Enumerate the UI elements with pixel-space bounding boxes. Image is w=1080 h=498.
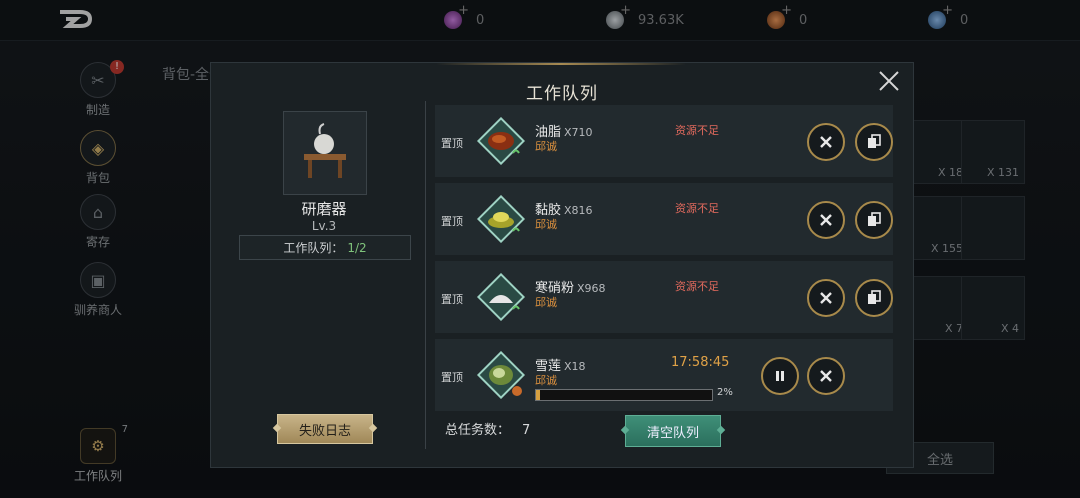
close-icon <box>820 370 832 382</box>
pin-to-top-button[interactable]: 置顶 <box>441 369 463 385</box>
queue-row-active: 置顶 雪莲 X18 邱诚 17:58:45 2% <box>435 339 893 411</box>
snow-lotus-icon <box>477 351 525 399</box>
sidebar-item-storage[interactable]: ⌂ 寄存 <box>60 194 136 250</box>
bag-slot[interactable]: X 18 <box>905 120 969 184</box>
item-owner: 邱诚 <box>535 296 557 309</box>
status-text: 资源不足 <box>675 124 719 137</box>
chest-icon: ▣ <box>80 262 116 298</box>
glue-icon <box>477 195 525 243</box>
resource-silver[interactable]: 93.63K <box>606 3 684 30</box>
bag-slot[interactable]: X 4 <box>961 276 1025 340</box>
copy-button[interactable] <box>855 201 893 239</box>
status-text: 资源不足 <box>675 280 719 293</box>
fail-log-button[interactable]: 失败日志 <box>277 414 373 444</box>
alert-badge: ! <box>110 60 124 74</box>
queue-row: 置顶 黏胶 X816 邱诚 资源不足 <box>435 183 893 255</box>
close-icon <box>820 214 832 226</box>
work-queue-icon: ⚙ <box>80 428 116 464</box>
pause-button[interactable] <box>761 357 799 395</box>
copy-icon <box>868 212 881 226</box>
item-owner: 邱诚 <box>535 218 557 231</box>
work-queue-dialog: 工作队列 研磨器 Lv.3 工作队列： 1/2 失败日志 置顶 油脂 X710 … <box>210 62 914 468</box>
close-icon[interactable] <box>875 67 903 95</box>
sidebar-item-craft[interactable]: ✂ ! 制造 <box>60 60 136 118</box>
pin-to-top-button[interactable]: 置顶 <box>441 291 463 307</box>
sidebar-item-bag[interactable]: ◈ 背包 <box>60 130 136 186</box>
bag-slot[interactable]: X 7 <box>905 276 969 340</box>
progress-bar <box>535 389 713 401</box>
resource-blue[interactable]: 0 <box>928 3 968 30</box>
copper-coin-icon <box>767 3 792 29</box>
pause-icon <box>776 371 784 381</box>
back-logo-icon[interactable] <box>58 8 94 30</box>
item-owner: 邱诚 <box>535 374 557 387</box>
clear-queue-button[interactable]: 清空队列 <box>625 415 721 447</box>
pin-to-top-button[interactable]: 置顶 <box>441 213 463 229</box>
status-text: 资源不足 <box>675 202 719 215</box>
grinder-icon <box>283 111 367 195</box>
item-owner: 邱诚 <box>535 140 557 153</box>
title-ornament <box>436 63 686 65</box>
silver-coin-icon <box>606 3 631 29</box>
progress-percent: 2% <box>717 387 733 398</box>
queue-row: 置顶 寒硝粉 X968 邱诚 资源不足 <box>435 261 893 333</box>
saltpeter-powder-icon <box>477 273 525 321</box>
top-bar: 0 93.63K 0 0 <box>0 0 1080 41</box>
cancel-button[interactable] <box>807 357 845 395</box>
cancel-button[interactable] <box>807 201 845 239</box>
bag-icon: ◈ <box>80 130 116 166</box>
divider <box>425 101 426 449</box>
sidebar-item-work-queue[interactable]: ⚙ 7 工作队列 <box>62 424 134 484</box>
queue-count: 7 <box>121 424 128 435</box>
blue-gem-icon <box>928 3 953 29</box>
grease-icon <box>477 117 525 165</box>
bag-slot[interactable] <box>961 196 1025 260</box>
queue-row: 置顶 油脂 X710 邱诚 资源不足 <box>435 105 893 177</box>
cancel-button[interactable] <box>807 279 845 317</box>
close-icon <box>820 136 832 148</box>
bag-grid: X 18 X 131 X 155 X 7 X 4 <box>905 120 1035 350</box>
copy-icon <box>868 290 881 304</box>
resource-purple[interactable]: 0 <box>444 3 484 30</box>
queue-capacity: 工作队列： 1/2 <box>239 235 411 260</box>
pin-to-top-button[interactable]: 置顶 <box>441 135 463 151</box>
total-tasks: 总任务数： 7 <box>445 423 531 438</box>
device-level: Lv.3 <box>311 219 337 233</box>
house-icon: ⌂ <box>80 194 116 230</box>
device-name: 研磨器 <box>301 200 347 218</box>
bag-slot[interactable]: X 155 <box>905 196 969 260</box>
close-icon <box>820 292 832 304</box>
sidebar-item-merchant[interactable]: ▣ 驯养商人 <box>60 262 136 318</box>
countdown-timer: 17:58:45 <box>671 355 730 370</box>
cancel-button[interactable] <box>807 123 845 161</box>
copy-icon <box>868 134 881 148</box>
resource-copper[interactable]: 0 <box>767 3 807 30</box>
bag-slot[interactable]: X 131 <box>961 120 1025 184</box>
copy-button[interactable] <box>855 279 893 317</box>
progress-fill <box>536 390 540 400</box>
device-panel: 研磨器 Lv.3 工作队列： 1/2 失败日志 <box>211 101 423 465</box>
copy-button[interactable] <box>855 123 893 161</box>
purple-gem-icon <box>444 3 469 29</box>
